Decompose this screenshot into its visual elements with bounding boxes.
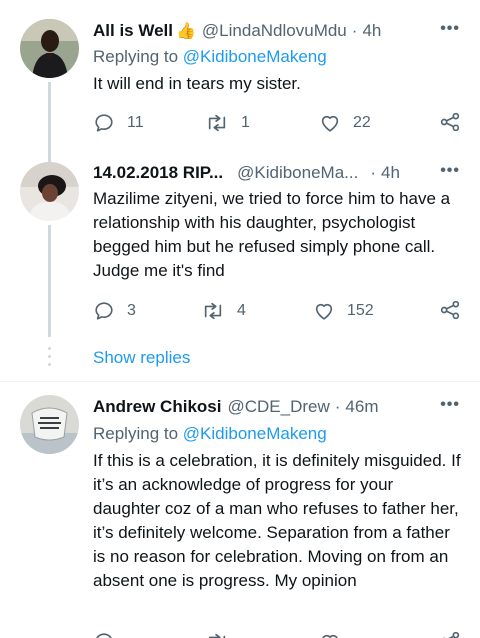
display-name[interactable]: Andrew Chikosi	[93, 397, 221, 417]
retweet-button[interactable]: 1	[205, 112, 250, 134]
thread-line	[48, 150, 51, 162]
thumbs-up-emoji: 👍	[176, 23, 196, 40]
timestamp[interactable]: 4h	[362, 21, 381, 41]
avatar[interactable]	[20, 19, 79, 78]
reply-count: 3	[127, 302, 136, 319]
show-replies-link[interactable]: Show replies	[93, 348, 190, 368]
share-icon	[442, 631, 460, 638]
timestamp[interactable]: 4h	[381, 163, 400, 183]
tweet-header: Andrew Chikosi @CDE_Drew · 46m •••	[93, 396, 460, 418]
avatar[interactable]	[20, 395, 79, 454]
tweet-header: 14.02.2018 RIP... @KidiboneMa... · 4h ••…	[93, 162, 460, 184]
like-count: 152	[347, 302, 374, 319]
like-icon	[322, 634, 338, 638]
replying-prefix: Replying to	[93, 47, 183, 66]
handle[interactable]: @CDE_Drew	[227, 397, 329, 417]
reply-button[interactable]: 3	[93, 300, 136, 322]
separator-dot: ·	[370, 163, 377, 182]
like-button[interactable]: 152	[313, 300, 374, 322]
share-button[interactable]	[440, 112, 460, 137]
tweet-andrew[interactable]: Andrew Chikosi @CDE_Drew · 46m ••• Reply…	[0, 382, 480, 638]
like-button[interactable]	[319, 631, 341, 638]
reply-button[interactable]	[93, 631, 115, 638]
separator-dot: ·	[351, 21, 358, 40]
display-name[interactable]: 14.02.2018 RIP...	[93, 163, 223, 183]
mention-link[interactable]: @KidiboneMakeng	[183, 424, 327, 443]
share-button[interactable]	[440, 300, 460, 325]
like-icon	[321, 115, 339, 132]
retweet-button[interactable]: 4	[201, 300, 246, 322]
display-name[interactable]: All is Well	[93, 21, 173, 41]
like-icon	[315, 303, 333, 320]
reply-icon	[96, 633, 112, 638]
share-icon	[440, 300, 460, 320]
tweet-text: If this is a celebration, it is definite…	[93, 451, 461, 590]
action-bar: 11 1 22	[93, 112, 460, 134]
replying-to: Replying to @KidiboneMakeng	[93, 424, 327, 444]
timestamp[interactable]: 46m	[345, 397, 378, 417]
thread-line	[48, 82, 51, 150]
retweet-icon	[208, 114, 226, 132]
reply-icon	[95, 302, 113, 320]
tweet-kidibone[interactable]: 14.02.2018 RIP... @KidiboneMa... · 4h ••…	[0, 150, 480, 381]
tweet-text: Mazilime zityeni, we tried to force him …	[93, 189, 451, 280]
like-button[interactable]: 22	[319, 112, 371, 134]
retweet-icon	[208, 633, 226, 638]
thread-gap-dots	[48, 347, 51, 371]
avatar[interactable]	[20, 162, 79, 221]
more-icon[interactable]: •••	[440, 396, 460, 414]
like-count: 22	[353, 114, 371, 131]
retweet-count: 1	[241, 114, 250, 131]
tweet-linda[interactable]: All is Well 👍 @LindaNdlovuMdu · 4h ••• R…	[0, 0, 480, 150]
reply-button[interactable]: 11	[93, 112, 144, 134]
share-button[interactable]	[440, 631, 460, 638]
share-icon	[440, 112, 460, 132]
handle[interactable]: @KidiboneMa...	[237, 163, 358, 183]
separator-dot: ·	[334, 397, 341, 416]
tweet-header: All is Well 👍 @LindaNdlovuMdu · 4h •••	[93, 20, 460, 42]
action-bar: 3 4 152	[93, 300, 460, 322]
retweet-icon	[204, 302, 222, 320]
replying-prefix: Replying to	[93, 424, 183, 443]
reply-count: 11	[127, 114, 144, 131]
retweet-count: 4	[237, 302, 246, 319]
retweet-button[interactable]	[205, 631, 229, 638]
more-icon[interactable]: •••	[440, 20, 460, 38]
handle[interactable]: @LindaNdlovuMdu	[202, 21, 347, 41]
reply-icon	[95, 114, 113, 132]
more-icon[interactable]: •••	[440, 162, 460, 180]
replying-to: Replying to @KidiboneMakeng	[93, 47, 327, 67]
action-bar	[93, 631, 460, 638]
thread-line	[48, 225, 51, 337]
mention-link[interactable]: @KidiboneMakeng	[183, 47, 327, 66]
tweet-text: It will end in tears my sister.	[93, 74, 301, 93]
